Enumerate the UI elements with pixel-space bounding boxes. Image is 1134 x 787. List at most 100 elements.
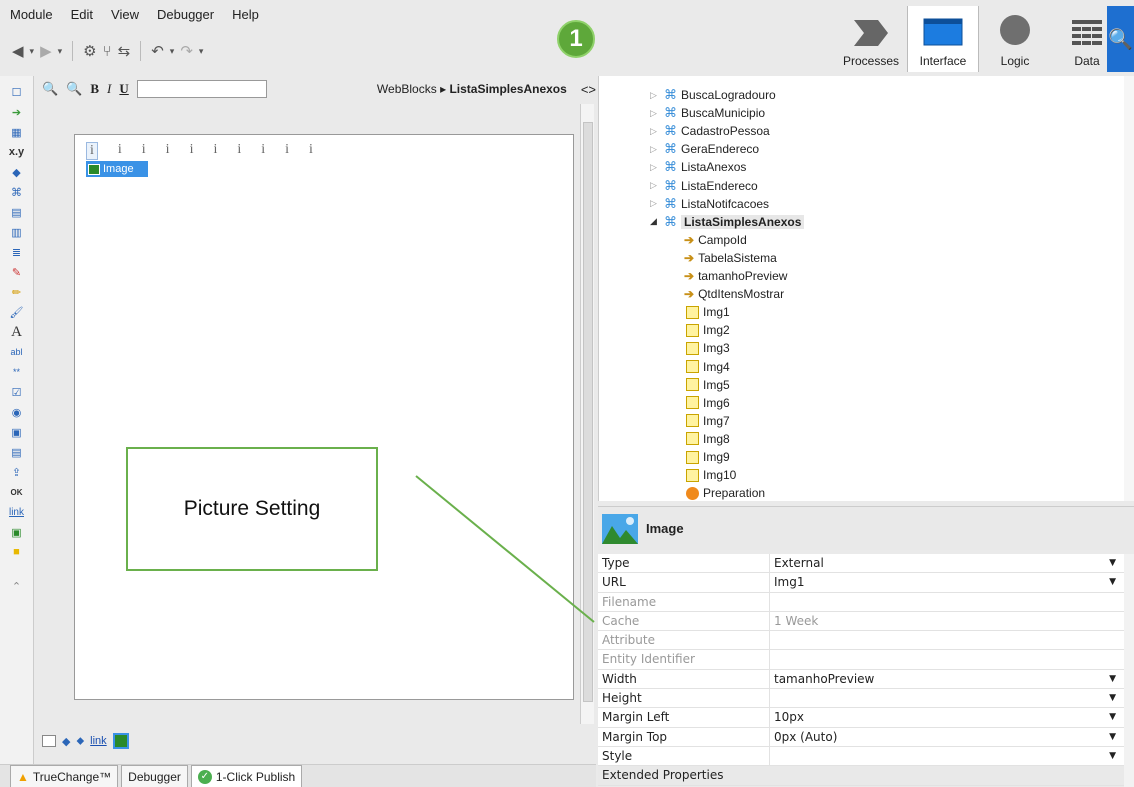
tree-item-input[interactable]: ➔ QtdItensMostrar (684, 285, 784, 303)
expression-placeholder[interactable]: i (166, 142, 170, 160)
tree-item-webblock[interactable]: ▷ ⌘ GeraEndereco (650, 140, 759, 158)
redo-icon[interactable]: ↷ (180, 42, 193, 60)
text-widget-icon[interactable]: A (9, 324, 25, 340)
tree-item-variable[interactable]: Img2 (686, 321, 730, 339)
font-select[interactable] (136, 80, 267, 98)
underline-button[interactable]: U (119, 81, 128, 97)
placeholder-widget-icon[interactable]: ◆ (9, 164, 25, 180)
expand-icon[interactable]: ▷ (650, 126, 660, 137)
code-view-icon[interactable]: <> (581, 82, 596, 97)
expression-placeholder[interactable]: i (213, 142, 217, 160)
dropdown-arrow-icon[interactable]: ▼ (1109, 728, 1116, 747)
tab-processes[interactable]: Processes (835, 6, 907, 72)
password-widget-icon[interactable]: ** (9, 364, 25, 380)
property-row[interactable]: Margin Top 0px (Auto) ▼ (598, 727, 1124, 747)
collapse-icon[interactable]: ◢ (650, 216, 660, 227)
tree-item-preparation[interactable]: Preparation (686, 484, 765, 502)
checkbox-widget-icon[interactable]: ☑ (9, 384, 25, 400)
listbox-widget-icon[interactable]: ▤ (9, 444, 25, 460)
property-value[interactable]: ▼ (770, 747, 1124, 765)
property-row[interactable]: Width tamanhoPreview ▼ (598, 669, 1124, 690)
tree-item-webblock[interactable]: ▷ ⌘ CadastroPessoa (650, 122, 770, 140)
image-icon[interactable] (112, 733, 129, 749)
tree-item-webblock[interactable]: ▷ ⌘ ListaNotifcacoes (650, 195, 769, 213)
dropdown-arrow-icon[interactable]: ▼ (1109, 670, 1116, 689)
expression-placeholder[interactable]: i (86, 142, 98, 160)
property-value[interactable] (770, 650, 1124, 668)
webblock-widget-icon[interactable]: ⌘ (9, 184, 25, 200)
property-value[interactable]: 10px ▼ (770, 708, 1124, 726)
dropdown-arrow-icon[interactable]: ▼ (1109, 747, 1116, 766)
note-widget-icon[interactable]: ■ (9, 544, 25, 560)
tab-interface[interactable]: Interface (907, 6, 979, 72)
records-widget-icon[interactable]: ≣ (9, 244, 25, 260)
expression-placeholder[interactable]: i (118, 142, 122, 160)
dropdown-icon[interactable]: ▾ (199, 46, 204, 57)
menu-edit[interactable]: Edit (71, 7, 93, 22)
menu-view[interactable]: View (111, 7, 139, 22)
expand-icon[interactable]: ▷ (650, 144, 660, 155)
tree-item-input[interactable]: ➔ tamanhoPreview (684, 267, 787, 285)
dropdown-arrow-icon[interactable]: ▼ (1109, 554, 1116, 573)
property-row[interactable]: Margin Left 10px ▼ (598, 708, 1124, 728)
menu-help[interactable]: Help (232, 7, 259, 22)
expression-placeholder[interactable]: i (261, 142, 265, 160)
compare-icon[interactable]: ⇆ (118, 42, 131, 60)
dropdown-arrow-icon[interactable]: ▼ (1109, 708, 1116, 727)
dropdown-icon[interactable]: ▾ (30, 46, 35, 57)
upload-widget-icon[interactable]: ⇪ (9, 464, 25, 480)
form-widget-icon[interactable]: ▤ (9, 204, 25, 220)
tree-item-webblock[interactable]: ▷ ⌘ BuscaMunicipio (650, 104, 765, 122)
tree-item-webblock[interactable]: ▷ ⌘ BuscaLogradouro (650, 86, 776, 104)
expand-icon[interactable]: ▷ (650, 108, 660, 119)
italic-button[interactable]: I (107, 81, 111, 97)
dropdown-arrow-icon[interactable]: ▼ (1109, 573, 1116, 592)
brush-widget-icon[interactable]: 🖌 (9, 304, 25, 320)
property-value[interactable]: tamanhoPreview ▼ (770, 670, 1124, 688)
expression-widget-icon[interactable]: x.y (9, 144, 25, 160)
properties-scrollbar[interactable] (1124, 554, 1134, 787)
back-arrow-icon[interactable]: ◀ (12, 42, 24, 60)
tab-truechange[interactable]: ▲ TrueChange™ (10, 765, 119, 787)
collapse-icon[interactable]: ⌃ (9, 578, 25, 594)
input-widget-icon[interactable]: abl (9, 344, 25, 360)
zoom-out-icon[interactable]: 🔍 (42, 81, 58, 97)
scroll-thumb[interactable] (583, 122, 593, 702)
property-value[interactable]: External ▼ (770, 554, 1124, 572)
property-row[interactable]: Filename (598, 592, 1124, 612)
list-widget-icon[interactable]: ▥ (9, 224, 25, 240)
tree-item-input[interactable]: ➔ CampoId (684, 231, 747, 249)
property-value[interactable] (770, 593, 1124, 611)
tab-logic[interactable]: Logic (979, 6, 1051, 72)
tree-item-variable[interactable]: Img9 (686, 448, 730, 466)
property-row[interactable]: Attribute (598, 631, 1124, 651)
if-widget-icon[interactable]: ➔ (9, 104, 25, 120)
tree-item-variable[interactable]: Img4 (686, 358, 730, 376)
bold-button[interactable]: B (90, 81, 99, 97)
publish-badge[interactable]: 1 (557, 20, 595, 58)
tree-item-input[interactable]: ➔ TabelaSistema (684, 249, 777, 267)
expand-icon[interactable]: ▷ (650, 180, 660, 191)
forward-arrow-icon[interactable]: ▶ (40, 42, 52, 60)
gear-icon[interactable]: ⚙ (83, 42, 96, 60)
button-widget-icon[interactable]: OK (9, 484, 25, 500)
property-row[interactable]: Type External ▼ (598, 554, 1124, 574)
property-value[interactable]: ▼ (770, 689, 1124, 707)
search-button[interactable]: 🔍 (1107, 6, 1134, 72)
if-icon[interactable]: ⬥ (76, 735, 84, 748)
tree-scrollbar[interactable] (1124, 76, 1134, 501)
dropdown-arrow-icon[interactable]: ▼ (1109, 689, 1116, 708)
tab-publish[interactable]: ✓ 1-Click Publish (190, 765, 303, 787)
expand-icon[interactable]: ▷ (650, 198, 660, 209)
property-row[interactable]: Cache 1 Week (598, 611, 1124, 632)
property-value[interactable] (770, 766, 1124, 784)
link-widget-icon[interactable]: link (9, 504, 25, 520)
tab-debugger[interactable]: Debugger (121, 765, 188, 787)
canvas-scrollbar[interactable] (580, 104, 594, 724)
expand-icon[interactable]: ▷ (650, 162, 660, 173)
tree-item-variable[interactable]: Img3 (686, 339, 730, 357)
pencil-widget-icon[interactable]: ✏ (9, 284, 25, 300)
expression-placeholder[interactable]: i (309, 142, 313, 160)
link-icon[interactable]: link (90, 735, 107, 747)
container-icon[interactable] (42, 735, 56, 747)
